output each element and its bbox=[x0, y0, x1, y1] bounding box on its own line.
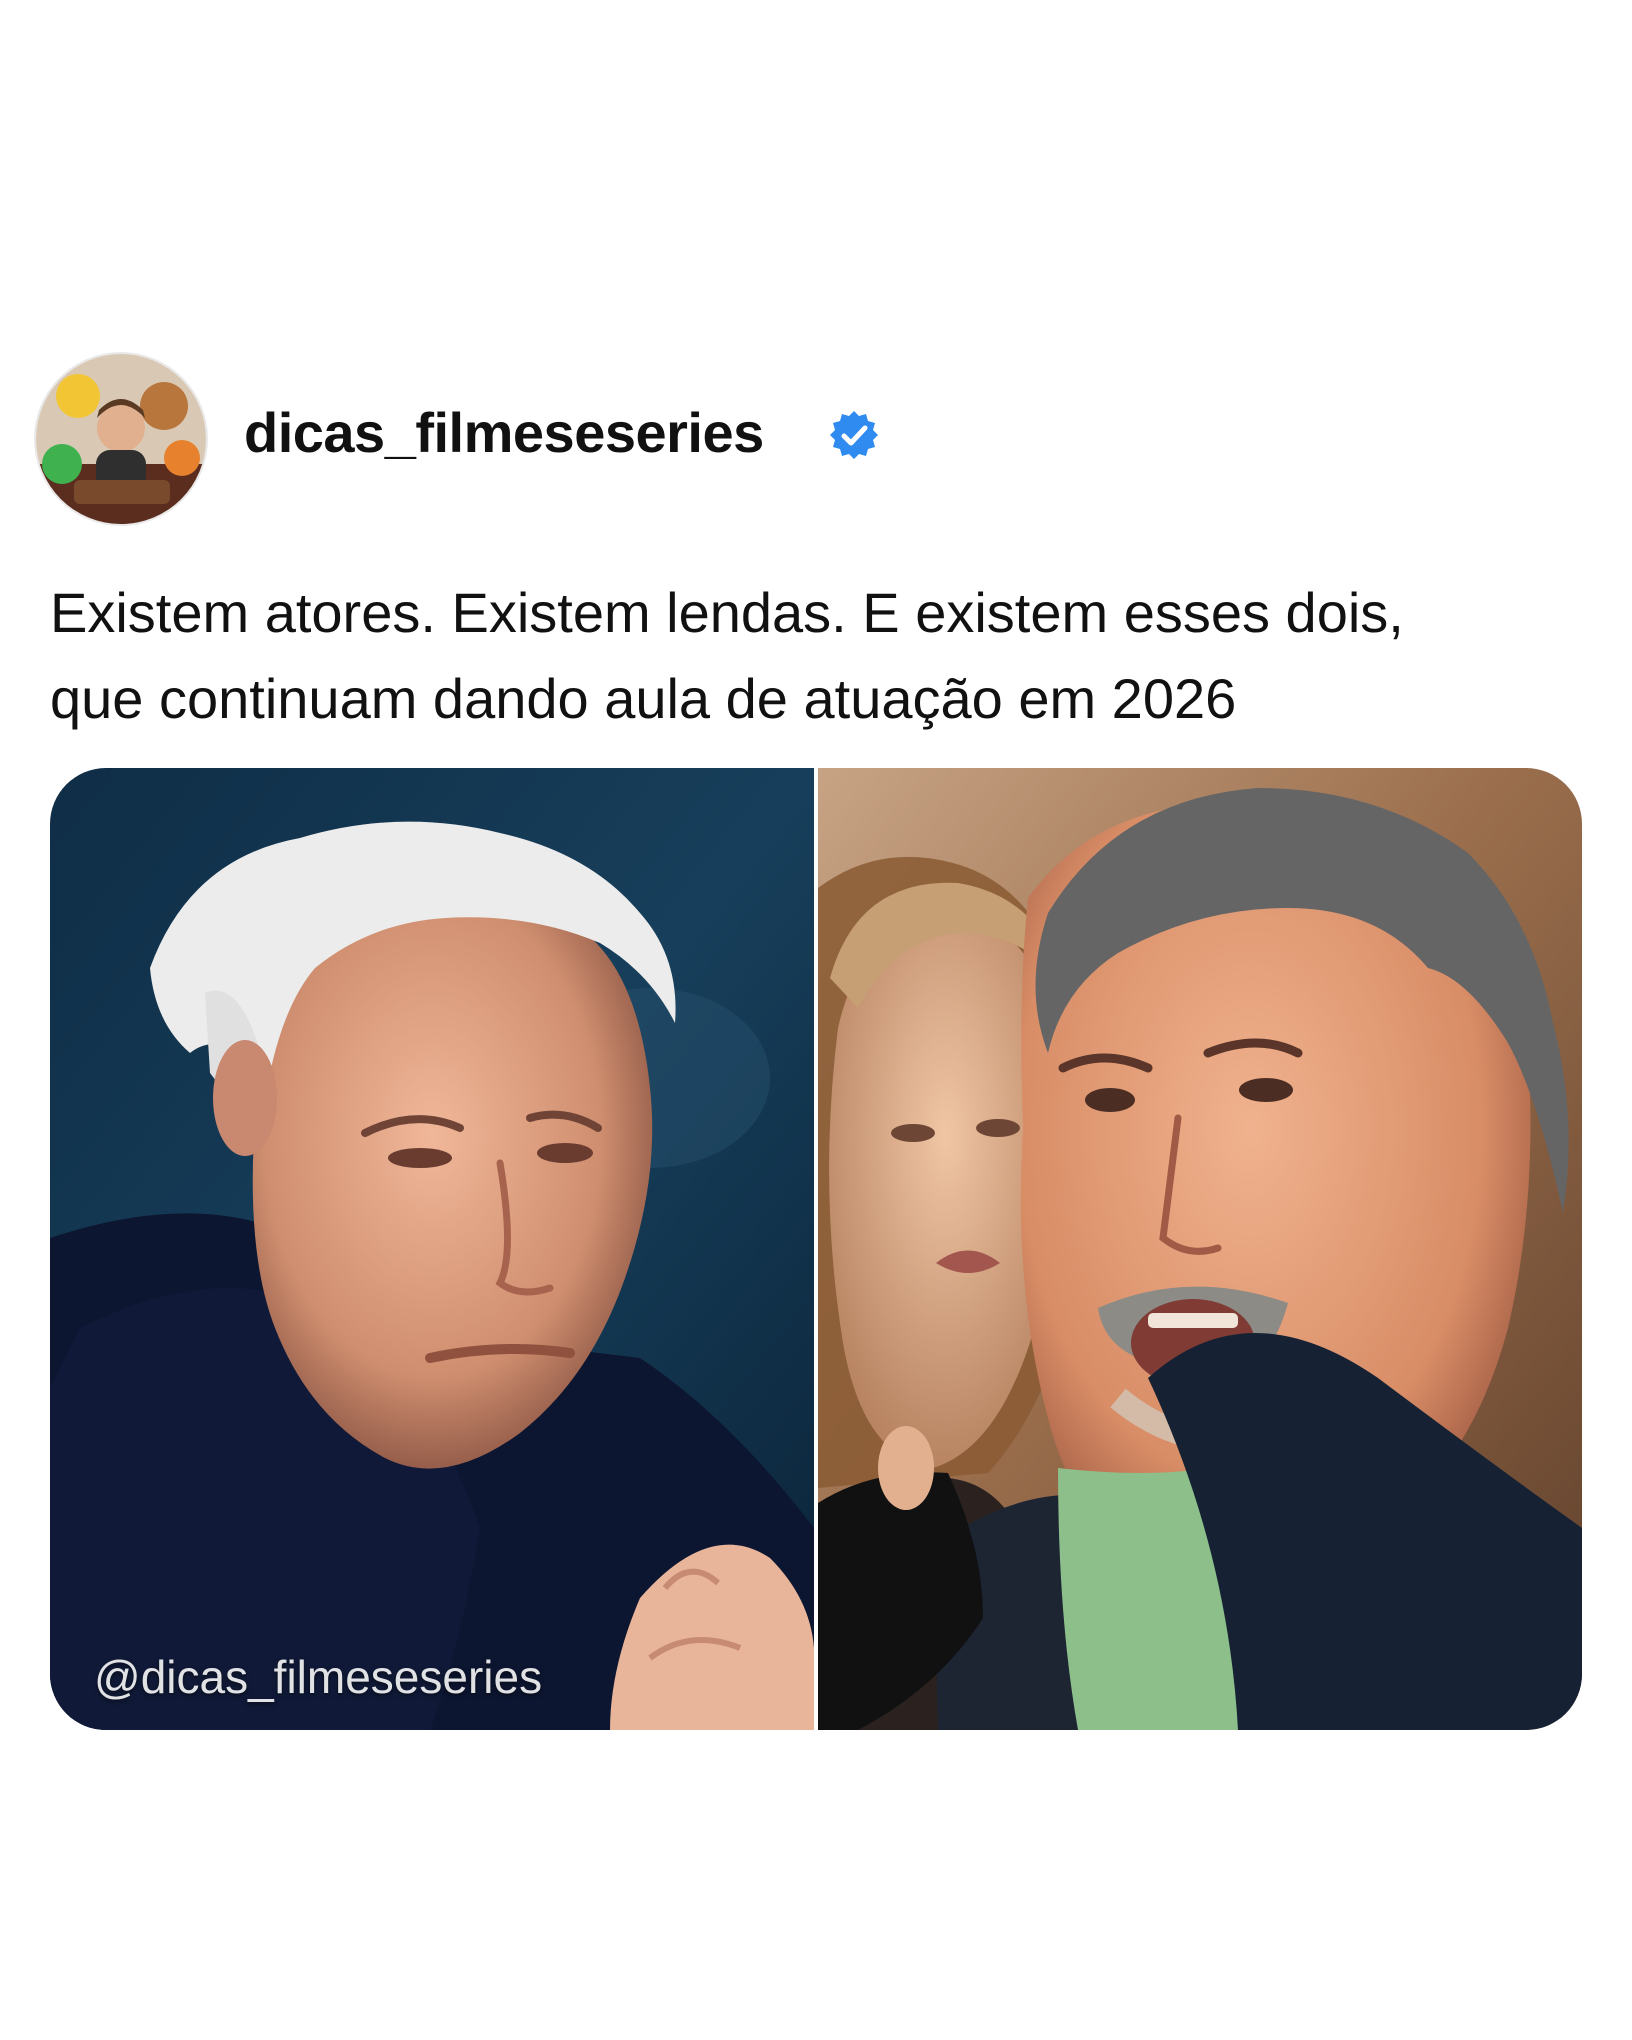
username[interactable]: dicas_filmeseseries bbox=[244, 400, 764, 465]
caption-line-2: que continuam dando aula de atuação em 2… bbox=[50, 667, 1237, 730]
profile-avatar[interactable] bbox=[34, 352, 208, 526]
post-caption: Existem atores. Existem lendas. E existe… bbox=[50, 570, 1610, 742]
right-photo-image bbox=[818, 768, 1582, 1730]
avatar-image bbox=[36, 354, 206, 524]
post-media[interactable]: @dicas_filmeseseries bbox=[50, 768, 1582, 1730]
verified-check-icon bbox=[830, 411, 878, 459]
left-photo-image bbox=[50, 768, 814, 1730]
media-watermark: @dicas_filmeseseries bbox=[94, 1651, 543, 1703]
right-photo bbox=[818, 768, 1582, 1730]
left-photo: @dicas_filmeseseries bbox=[50, 768, 814, 1730]
caption-line-1: Existem atores. Existem lendas. E existe… bbox=[50, 581, 1404, 644]
